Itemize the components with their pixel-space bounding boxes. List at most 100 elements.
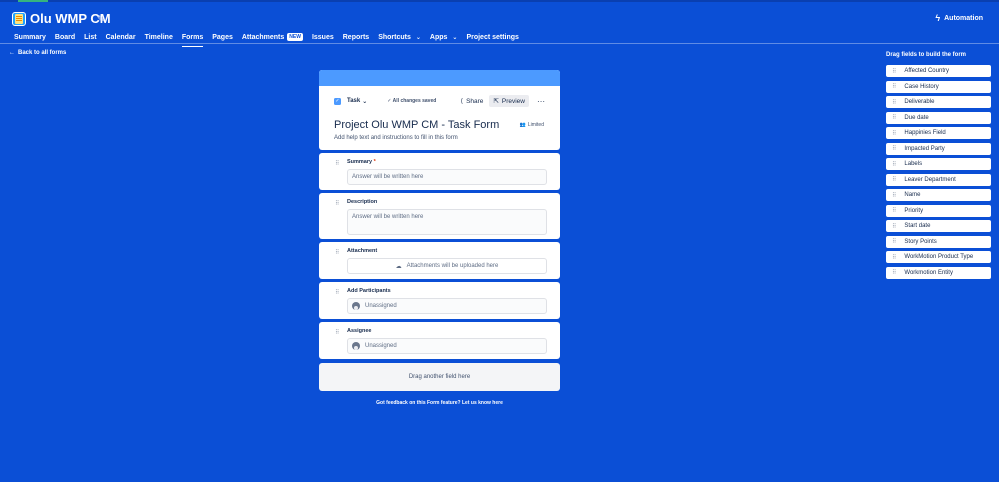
field-label: Attachment [347,248,378,254]
arrow-left-icon: ← [9,50,15,56]
drag-handle-icon: ⠿ [892,223,897,230]
field-label: Add Participants [347,288,391,294]
field-label: Summary * [347,159,547,165]
chevron-down-icon: ⌄ [415,34,421,41]
pin-icon[interactable]: ✎ [97,14,105,25]
access-level-label: Limited [527,122,544,128]
field-option[interactable]: ⠿ Labels [886,158,991,170]
tab-label: Attachments [241,33,285,41]
tab-attachments[interactable]: Attachments NEW [242,30,303,44]
project-nav: Summary Board List Calendar Timeline For… [14,30,519,47]
form-help-text[interactable]: Add help text and instructions to fill i… [334,135,458,141]
field-option[interactable]: ⠿ Case History [886,80,991,93]
field-assignee[interactable]: ⠿ Assignee Unassigned [319,322,560,359]
assignee-picker[interactable]: Unassigned [347,338,547,354]
issue-type-label: Task [347,98,361,104]
tab-reports[interactable]: Reports [343,30,369,44]
tab-pages[interactable]: Pages [212,30,233,44]
field-option-label: Priority [904,207,924,214]
more-options-icon[interactable]: ⋯ [537,97,545,106]
field-description[interactable]: ⠿ Description Answer will be written her… [319,193,560,239]
chevron-down-icon: ⌄ [362,98,368,105]
tab-label: Pages [212,33,233,41]
attachment-placeholder: Attachments will be uploaded here [406,263,499,269]
preview-button[interactable]: ⇱ Preview [489,95,529,107]
field-summary[interactable]: ⠿ Summary * Answer will be written here [319,153,560,190]
drag-handle-icon[interactable]: ⠿ [335,329,340,336]
field-drop-zone[interactable]: Drag another field here [319,363,560,391]
drag-handle-icon: ⠿ [892,68,897,75]
field-option[interactable]: ⠿ Affected Country [886,65,991,77]
field-option[interactable]: ⠿ Name [886,189,991,201]
tab-issues[interactable]: Issues [312,30,334,44]
field-option[interactable]: ⠿ Happinies Field [886,127,991,139]
field-option-label: Deliverable [904,99,935,105]
drag-handle-icon: ⠿ [892,161,897,168]
drag-handle-icon[interactable]: ⠿ [335,200,340,207]
field-option[interactable]: ⠿ Workmotion Entity [886,266,991,279]
tab-apps[interactable]: Apps ⌄ [430,30,458,44]
field-option[interactable]: ⠿ WorkMotion Product Type [886,251,991,263]
field-add-participants[interactable]: ⠿ Add Participants Unassigned [319,282,560,319]
drag-handle-icon[interactable]: ⠿ [335,249,340,256]
issue-type-select[interactable]: ✓ Task ⌄ [334,97,368,105]
save-status: ✓ All changes saved [387,98,437,104]
tab-summary[interactable]: Summary [14,30,46,44]
field-option[interactable]: ⠿ Story Points [886,235,991,248]
tab-list[interactable]: List [84,30,96,44]
field-option-label: Due date [904,114,929,121]
project-logo-icon[interactable] [12,12,26,26]
field-option[interactable]: ⠿ Leaver Department [886,173,991,186]
drag-handle-icon: ⠿ [892,130,897,137]
feedback-link[interactable]: Got feedback on this Form feature? Let u… [319,400,560,406]
share-button[interactable]: ⟨ Share [460,97,484,106]
field-option[interactable]: ⠿ Start date [886,220,991,232]
field-option[interactable]: ⠿ Impacted Party [886,142,991,155]
assignee-value: Unassigned [365,343,397,349]
tab-label: Forms [181,33,204,41]
project-header: Olu WMP CM ✎ ϟ Automation Summary Board … [0,8,999,47]
tab-timeline[interactable]: Timeline [145,30,173,44]
cloud-upload-icon: ☁ [395,263,402,270]
field-option[interactable]: ⠿ Priority [886,204,991,217]
tab-label: Shortcuts [378,33,411,41]
access-level[interactable]: 👥 Limited [520,122,544,128]
drag-handle-icon: ⠿ [892,254,897,261]
back-to-forms-link[interactable]: ← Back to all forms [9,50,66,56]
drag-handle-icon[interactable]: ⠿ [335,160,340,167]
share-icon: ⟨ [460,98,464,105]
form-builder: ✓ Task ⌄ ✓ All changes saved ⟨ Share ⇱ P… [319,70,560,391]
field-label-text: Summary [347,159,373,165]
user-avatar-icon [352,302,360,310]
tab-label: Summary [14,33,46,41]
field-attachment[interactable]: ⠿ Attachment ☁ Attachments will be uploa… [319,242,560,279]
tab-label: Board [54,33,76,41]
description-input[interactable]: Answer will be written here [347,209,547,235]
field-option-label: Labels [904,161,923,167]
tab-forms[interactable]: Forms [181,30,204,47]
summary-input[interactable]: Answer will be written here [347,169,547,185]
field-label: Description [347,199,378,205]
form-title[interactable]: Project Olu WMP CM - Task Form [334,119,499,131]
panel-title: Drag fields to build the form [886,52,967,58]
attachment-dropzone[interactable]: ☁ Attachments will be uploaded here [347,258,547,274]
tab-label: Apps [429,33,448,41]
drag-handle-icon[interactable]: ⠿ [335,289,340,296]
form-header-card: ✓ Task ⌄ ✓ All changes saved ⟨ Share ⇱ P… [319,70,560,150]
field-option[interactable]: ⠿ Deliverable [886,96,991,108]
drag-handle-icon: ⠿ [892,99,897,106]
field-option[interactable]: ⠿ Due date [886,111,991,124]
participants-picker[interactable]: Unassigned [347,298,547,314]
automation-button[interactable]: ϟ Automation [935,13,983,23]
tab-calendar[interactable]: Calendar [106,30,136,44]
tab-label: Issues [311,33,334,41]
field-option-label: Leaver Department [904,176,956,183]
tab-shortcuts[interactable]: Shortcuts ⌄ [378,30,421,44]
tab-board[interactable]: Board [55,30,75,44]
automation-label: Automation [944,14,983,22]
new-badge: NEW [287,33,303,41]
nav-divider [0,43,999,44]
field-option-label: Affected Country [904,68,949,74]
tab-project-settings[interactable]: Project settings [466,30,519,44]
drag-handle-icon: ⠿ [892,115,897,121]
